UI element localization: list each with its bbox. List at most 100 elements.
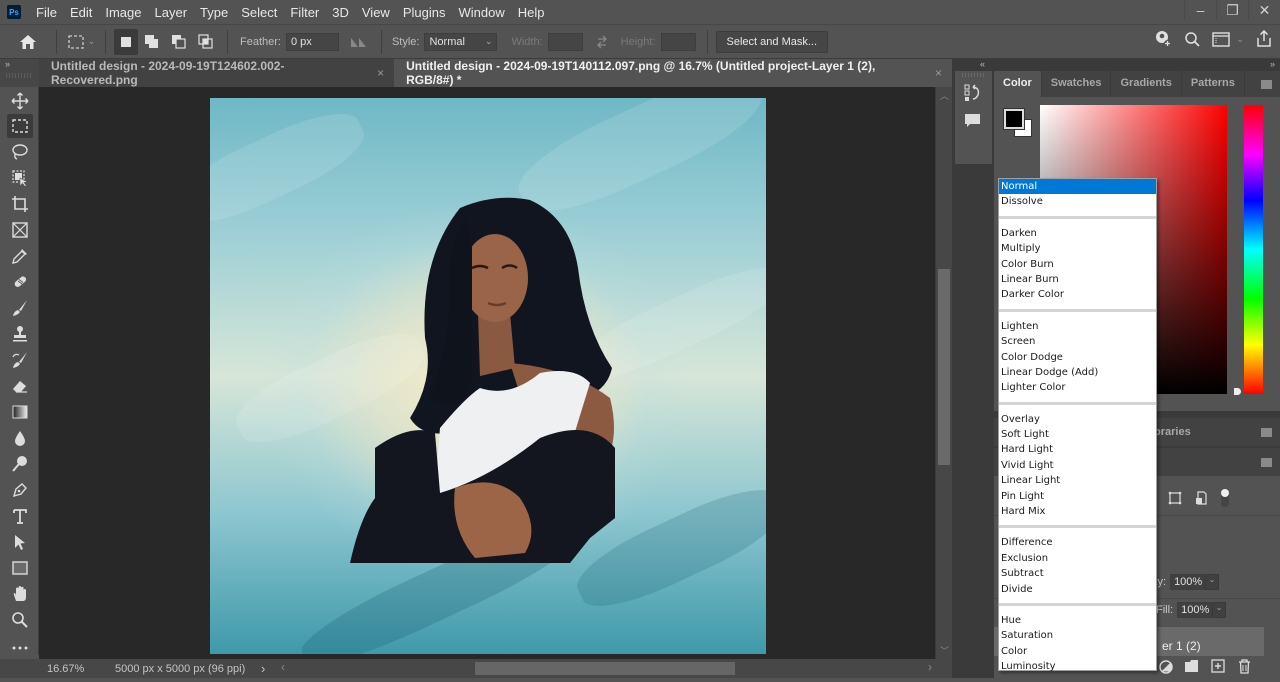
scroll-up-icon[interactable]: ︿ <box>940 89 949 102</box>
blend-option-lighter-color[interactable]: Lighter Color <box>999 380 1156 395</box>
object-selection-tool[interactable] <box>7 166 33 190</box>
width-input[interactable] <box>547 32 583 51</box>
type-tool[interactable] <box>7 504 33 528</box>
path-selection-tool[interactable] <box>7 530 33 554</box>
scroll-down-icon[interactable]: ﹀ <box>940 644 949 657</box>
collapse-toolbar-icon[interactable]: » <box>5 59 10 69</box>
rectangle-tool[interactable] <box>7 556 33 580</box>
blend-option-hard-mix[interactable]: Hard Mix <box>999 504 1156 519</box>
anti-alias-toggle[interactable] <box>345 36 373 48</box>
collapse-panels-icon[interactable]: » <box>1270 59 1275 69</box>
dodge-tool[interactable] <box>7 452 33 476</box>
hue-slider[interactable] <box>1244 105 1263 394</box>
blend-option-hue[interactable]: Hue <box>999 613 1156 628</box>
fill-dropdown[interactable]: ⌄ <box>1212 602 1227 618</box>
blur-tool[interactable] <box>7 426 33 450</box>
blend-option-overlay[interactable]: Overlay <box>999 412 1156 427</box>
gradient-tool[interactable] <box>7 400 33 424</box>
blend-option-linear-dodge-add[interactable]: Linear Dodge (Add) <box>999 365 1156 380</box>
menu-edit[interactable]: Edit <box>70 5 92 20</box>
history-panel-button[interactable] <box>963 83 983 108</box>
clone-stamp-tool[interactable] <box>7 322 33 346</box>
blend-option-normal[interactable]: Normal <box>999 179 1156 195</box>
new-layer-icon[interactable] <box>1211 659 1225 673</box>
vertical-scrollbar[interactable]: ︿ ﹀ <box>935 87 952 659</box>
crop-tool[interactable] <box>7 192 33 216</box>
tab-active-doc[interactable]: Untitled design - 2024-09-19T140112.097.… <box>394 59 952 87</box>
close-tab-icon[interactable]: × <box>377 66 384 80</box>
dock-grip[interactable] <box>962 73 985 77</box>
menu-help[interactable]: Help <box>518 5 545 20</box>
tool-preset-picker[interactable]: ⌄ <box>65 34 97 50</box>
tab-patterns[interactable]: Patterns <box>1182 71 1245 97</box>
blend-option-linear-burn[interactable]: Linear Burn <box>999 272 1156 287</box>
spot-healing-brush-tool[interactable] <box>7 270 33 294</box>
foreground-color-swatch[interactable] <box>1003 108 1025 130</box>
swap-width-height-button[interactable] <box>583 35 621 49</box>
blend-option-saturation[interactable]: Saturation <box>999 628 1156 643</box>
blend-option-screen[interactable]: Screen <box>999 334 1156 349</box>
scroll-left-icon[interactable]: ‹ <box>281 660 285 674</box>
blend-option-pin-light[interactable]: Pin Light <box>999 489 1156 504</box>
blend-option-multiply[interactable]: Multiply <box>999 241 1156 256</box>
adjustment-layer-icon[interactable] <box>1158 659 1174 675</box>
restore-button[interactable]: ❐ <box>1216 0 1248 20</box>
blend-option-vivid-light[interactable]: Vivid Light <box>999 458 1156 473</box>
menu-plugins[interactable]: Plugins <box>403 5 446 20</box>
menu-filter[interactable]: Filter <box>290 5 319 20</box>
lasso-tool[interactable] <box>7 140 33 164</box>
new-selection-button[interactable] <box>114 28 138 55</box>
menu-select[interactable]: Select <box>241 5 277 20</box>
blend-option-darken[interactable]: Darken <box>999 226 1156 241</box>
delete-layer-icon[interactable] <box>1238 659 1251 674</box>
menu-file[interactable]: File <box>36 5 57 20</box>
zoom-level[interactable]: 16.67% <box>47 663 84 675</box>
share-user-button[interactable] <box>1154 30 1172 48</box>
scroll-right-icon[interactable]: › <box>928 660 932 674</box>
history-brush-tool[interactable] <box>7 348 33 372</box>
home-button[interactable] <box>8 34 48 50</box>
move-tool[interactable] <box>7 89 33 113</box>
menu-layer[interactable]: Layer <box>155 5 188 20</box>
close-window-button[interactable]: ✕ <box>1248 0 1280 20</box>
menu-view[interactable]: View <box>362 5 390 20</box>
rectangular-marquee-tool[interactable] <box>7 114 33 138</box>
panel-menu-icon[interactable] <box>1261 458 1272 467</box>
menu-window[interactable]: Window <box>458 5 504 20</box>
select-and-mask-button[interactable]: Select and Mask... <box>715 30 829 53</box>
eraser-tool[interactable] <box>7 374 33 398</box>
document-info[interactable]: 5000 px x 5000 px (96 ppi) <box>115 663 245 675</box>
add-to-selection-button[interactable] <box>138 34 165 50</box>
menu-type[interactable]: Type <box>200 5 228 20</box>
blend-option-subtract[interactable]: Subtract <box>999 566 1156 581</box>
horizontal-scrollbar[interactable]: ‹ › <box>272 659 936 678</box>
blend-option-soft-light[interactable]: Soft Light <box>999 427 1156 442</box>
feather-input[interactable]: 0 px <box>285 32 339 51</box>
menu-3d[interactable]: 3D <box>332 5 349 20</box>
opacity-dropdown[interactable]: ⌄ <box>1205 574 1220 590</box>
tab-color[interactable]: Color <box>994 71 1042 97</box>
comments-panel-button[interactable] <box>964 113 982 134</box>
tab-gradients[interactable]: Gradients <box>1111 71 1182 97</box>
blend-option-darker-color[interactable]: Darker Color <box>999 287 1156 302</box>
panel-menu-icon[interactable] <box>1261 428 1272 437</box>
horizontal-scroll-thumb[interactable] <box>475 662 735 675</box>
share-export-button[interactable] <box>1256 30 1272 48</box>
lock-toggle-icon[interactable] <box>1220 488 1230 508</box>
lock-all-icon[interactable] <box>1194 491 1208 505</box>
canvas-area[interactable] <box>39 87 935 659</box>
search-button[interactable] <box>1184 31 1201 47</box>
toolbar-grip[interactable] <box>6 73 32 78</box>
edit-toolbar-button[interactable] <box>7 636 33 660</box>
blend-option-luminosity[interactable]: Luminosity <box>999 659 1156 674</box>
tab-recovered-doc[interactable]: Untitled design - 2024-09-19T124602.002-… <box>39 59 395 87</box>
blend-option-linear-light[interactable]: Linear Light <box>999 473 1156 488</box>
hand-tool[interactable] <box>7 582 33 606</box>
collapse-dock-icon[interactable]: « <box>980 59 985 69</box>
fill-input[interactable]: 100% <box>1177 602 1213 618</box>
workspace-button[interactable]: ⌄ <box>1212 31 1244 47</box>
intersect-with-selection-button[interactable] <box>192 33 219 50</box>
tab-libraries[interactable]: braries <box>1154 426 1191 438</box>
blend-option-color-burn[interactable]: Color Burn <box>999 257 1156 272</box>
eyedropper-tool[interactable] <box>7 244 33 268</box>
